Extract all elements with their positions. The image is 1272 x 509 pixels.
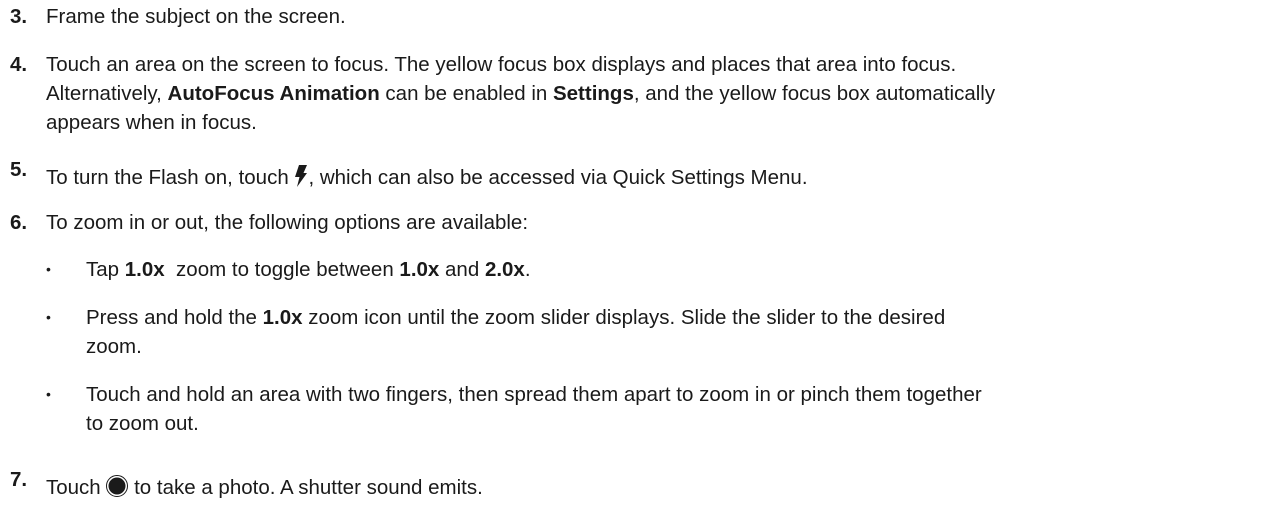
step-text: Frame the subject on the screen. (46, 5, 346, 28)
text-line: to zoom out. (86, 412, 199, 435)
step-number: 5. (10, 158, 28, 181)
bullet-text: Tap 1.0x zoom to toggle between 1.0x and… (86, 258, 531, 281)
autofocus-animation-label: AutoFocus Animation (167, 82, 380, 105)
flash-icon (294, 165, 308, 195)
step-number: 7. (10, 468, 28, 491)
text-line: zoom. (86, 335, 142, 358)
shutter-button-icon (106, 475, 129, 505)
bullet-glyph: • (46, 309, 51, 325)
text-line: Touch an area on the screen to focus. Th… (46, 53, 957, 76)
text-line: Press and hold the 1.0x zoom icon until … (86, 306, 946, 329)
text-line: appears when in focus. (46, 111, 257, 134)
step-text: To turn the Flash on, touch , which can … (46, 163, 1262, 195)
step-text: To zoom in or out, the following options… (46, 211, 529, 234)
bullet-glyph: • (46, 261, 51, 277)
step-text: Touch an area on the screen to focus. Th… (46, 50, 1262, 137)
step-number: 3. (10, 5, 28, 28)
bullet-text: Touch and hold an area with two fingers,… (86, 380, 1262, 438)
step-number: 4. (10, 53, 28, 76)
step-number: 6. (10, 211, 28, 234)
text-line: Touch and hold an area with two fingers,… (86, 383, 982, 406)
step-text: Touch to take a photo. A shutter sound e… (46, 473, 1262, 505)
text-line: Alternatively, AutoFocus Animation can b… (46, 82, 996, 105)
bullet-text: Press and hold the 1.0x zoom icon until … (86, 303, 1262, 361)
settings-label: Settings (552, 82, 634, 105)
bullet-glyph: • (46, 386, 51, 402)
